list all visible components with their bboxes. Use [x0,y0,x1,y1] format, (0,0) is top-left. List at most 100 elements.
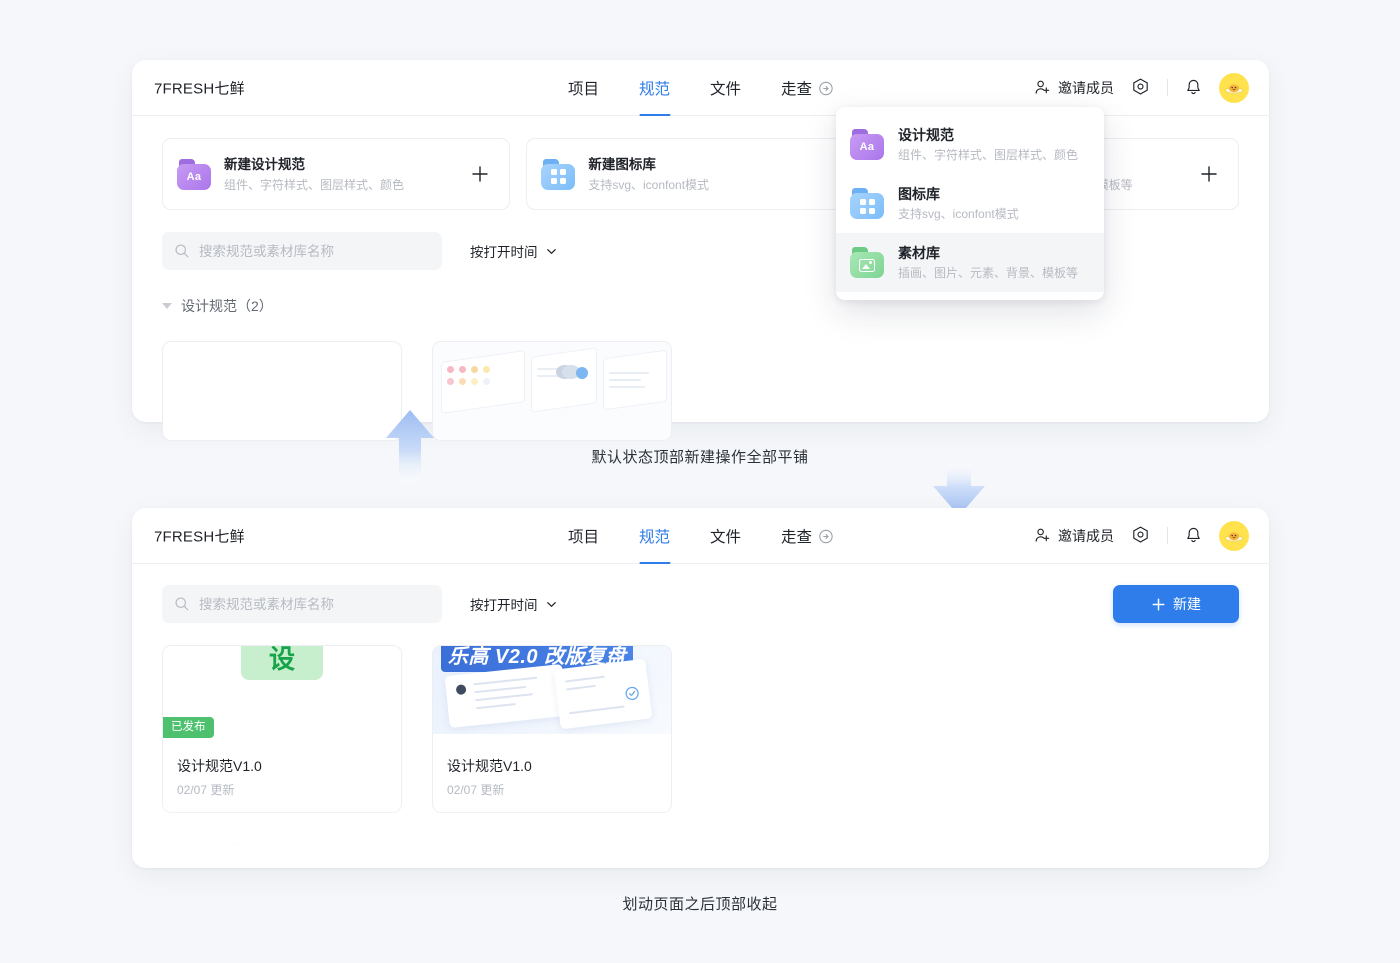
invite-label: 邀请成员 [1058,527,1114,544]
thumbnail-text: 设 [241,646,323,680]
person-add-icon [1035,528,1050,542]
create-card-title: 新建设计规范 [224,156,305,172]
nav-label: 规范 [638,529,670,546]
search-box[interactable] [162,232,442,270]
nav-item-specs-2[interactable]: 规范 [638,508,671,564]
nav-item-specs[interactable]: 规范 [638,60,671,116]
annotation-caption-bottom: 划动页面之后顶部收起 [622,896,778,913]
person-add-icon [1035,80,1050,94]
bottom-fade-mask [132,344,1269,422]
chevron-down-icon [546,248,556,254]
dropdown-item-design-spec[interactable]: Aa 设计规范 组件、字符样式、图层样式、颜色 [836,115,1104,174]
nav-item-review[interactable]: 走查 [781,60,833,116]
status-badge: 已发布 [163,717,214,738]
library-card[interactable]: 乐高 V2.0 改版复盘 设计规范V1.0 02/07 更新 [432,645,672,813]
nav-label: 项目 [567,529,599,546]
folder-grid-icon [850,188,884,219]
dropdown-item-title: 素材库 [898,245,940,261]
plus-icon[interactable] [467,161,493,187]
top-right-actions-2: 邀请成员 [1034,520,1249,551]
create-card-title: 新建图标库 [588,156,656,172]
arrow-enter-icon [818,529,833,543]
dropdown-item-asset-library[interactable]: 素材库 插画、图片、元素、背景、模板等 [836,233,1104,292]
nav-label: 走查 [781,81,813,98]
settings-hexagon-icon[interactable] [1130,77,1151,98]
nav-label: 规范 [638,81,670,98]
avatar-gudetama-icon [1224,83,1244,94]
screenshot-stage: 7FRESH七鲜 项目 规范 文件 走查 邀请成员 Aa 新建设计规范 组件、字… [0,0,1400,963]
card-thumbnail: 乐高 V2.0 改版复盘 [433,646,671,734]
nav-item-files[interactable]: 文件 [710,60,741,116]
divider [1167,527,1168,544]
create-card-subtitle: 组件、字符样式、图层样式、颜色 [224,177,405,192]
collapse-triangle-icon [162,846,172,852]
folder-grid-icon [541,158,576,190]
nav-item-projects[interactable]: 项目 [568,60,599,116]
bell-icon[interactable] [1184,78,1203,97]
search-box-2[interactable] [162,585,442,623]
toolbar-scrolled: 按打开时间 新建 [132,564,1269,623]
nav-label: 文件 [710,529,742,546]
mock-ui-card [553,658,653,730]
sort-dropdown[interactable]: 按打开时间 [470,241,558,261]
avatar[interactable] [1219,72,1249,103]
nav-label: 文件 [710,81,742,98]
arrow-enter-icon [818,81,833,95]
library-card-date: 02/07 更新 [447,783,505,797]
avatar[interactable] [1219,520,1249,551]
search-input-2[interactable] [199,596,430,612]
settings-hexagon-icon[interactable] [1130,525,1151,546]
avatar-gudetama-icon [1224,531,1244,542]
nav-item-projects-2[interactable]: 项目 [568,508,599,564]
divider [1167,79,1168,96]
invite-members-button-2[interactable]: 邀请成员 [1034,526,1114,546]
search-icon [175,597,189,611]
create-card-icon-library[interactable]: 新建图标库 支持svg、iconfont模式 [526,138,875,210]
search-icon [175,244,189,258]
folder-image-icon [850,247,884,278]
plus-icon [1152,598,1165,610]
create-card-subtitle: 支持svg、iconfont模式 [588,177,710,192]
search-input[interactable] [199,243,430,259]
new-button-label: 新建 [1173,596,1201,612]
library-card-date: 02/07 更新 [177,783,235,797]
plus-icon[interactable] [1196,161,1222,187]
brand-title: 7FRESH七鲜 [154,80,245,97]
dropdown-item-icon-library[interactable]: 图标库 支持svg、iconfont模式 [836,174,1104,233]
brand-title-2: 7FRESH七鲜 [154,528,245,545]
sort-label: 按打开时间 [470,245,538,260]
chevron-down-icon [546,601,556,607]
dropdown-item-subtitle: 插画、图片、元素、背景、模板等 [898,266,1079,280]
sort-dropdown-2[interactable]: 按打开时间 [470,594,558,614]
scrolled-state-panel: 7FRESH七鲜 项目 规范 文件 走查 邀请成员 搜索规范或素材库名称 按打开… [132,508,1269,868]
main-nav-2: 项目 规范 文件 走查 [568,508,833,564]
folder-icon-text: Aa [186,170,202,183]
main-nav: 项目 规范 文件 走查 [568,60,833,116]
annotation-caption-top: 默认状态顶部新建操作全部平铺 [591,449,809,466]
section-label: iconfont库（2） [181,841,280,857]
folder-aa-icon: Aa [850,129,884,160]
nav-item-files-2[interactable]: 文件 [710,508,741,564]
nav-label: 走查 [781,529,813,546]
dropdown-item-subtitle: 组件、字符样式、图层样式、颜色 [898,148,1079,162]
mock-ui-card [444,663,568,729]
invite-label: 邀请成员 [1058,79,1114,96]
collapse-triangle-icon [162,303,172,309]
library-card-title: 设计规范V1.0 [447,758,532,774]
folder-icon-text: Aa [859,141,875,153]
create-card-design-spec[interactable]: Aa 新建设计规范 组件、字符样式、图层样式、颜色 [162,138,511,210]
section-label: 设计规范（2） [181,298,273,314]
top-right-actions: 邀请成员 [1034,72,1249,103]
nav-item-review-2[interactable]: 走查 [781,508,833,564]
library-card[interactable]: 设 已发布 设计规范V1.0 02/07 更新 [162,645,402,813]
new-dropdown-menu: Aa 设计规范 组件、字符样式、图层样式、颜色 图标库 支持svg、iconfo… [836,107,1104,300]
folder-aa-icon: Aa [177,158,211,190]
dropdown-item-subtitle: 支持svg、iconfont模式 [898,207,1019,221]
new-button[interactable]: 新建 [1113,585,1239,623]
invite-members-button[interactable]: 邀请成员 [1034,78,1114,98]
sort-label: 按打开时间 [470,598,538,613]
section-header-iconfont[interactable]: iconfont库（2） [132,839,1269,859]
dropdown-item-title: 图标库 [898,186,940,202]
top-navigation-bar-2: 7FRESH七鲜 项目 规范 文件 走查 邀请成员 [132,508,1269,564]
bell-icon[interactable] [1184,526,1203,545]
